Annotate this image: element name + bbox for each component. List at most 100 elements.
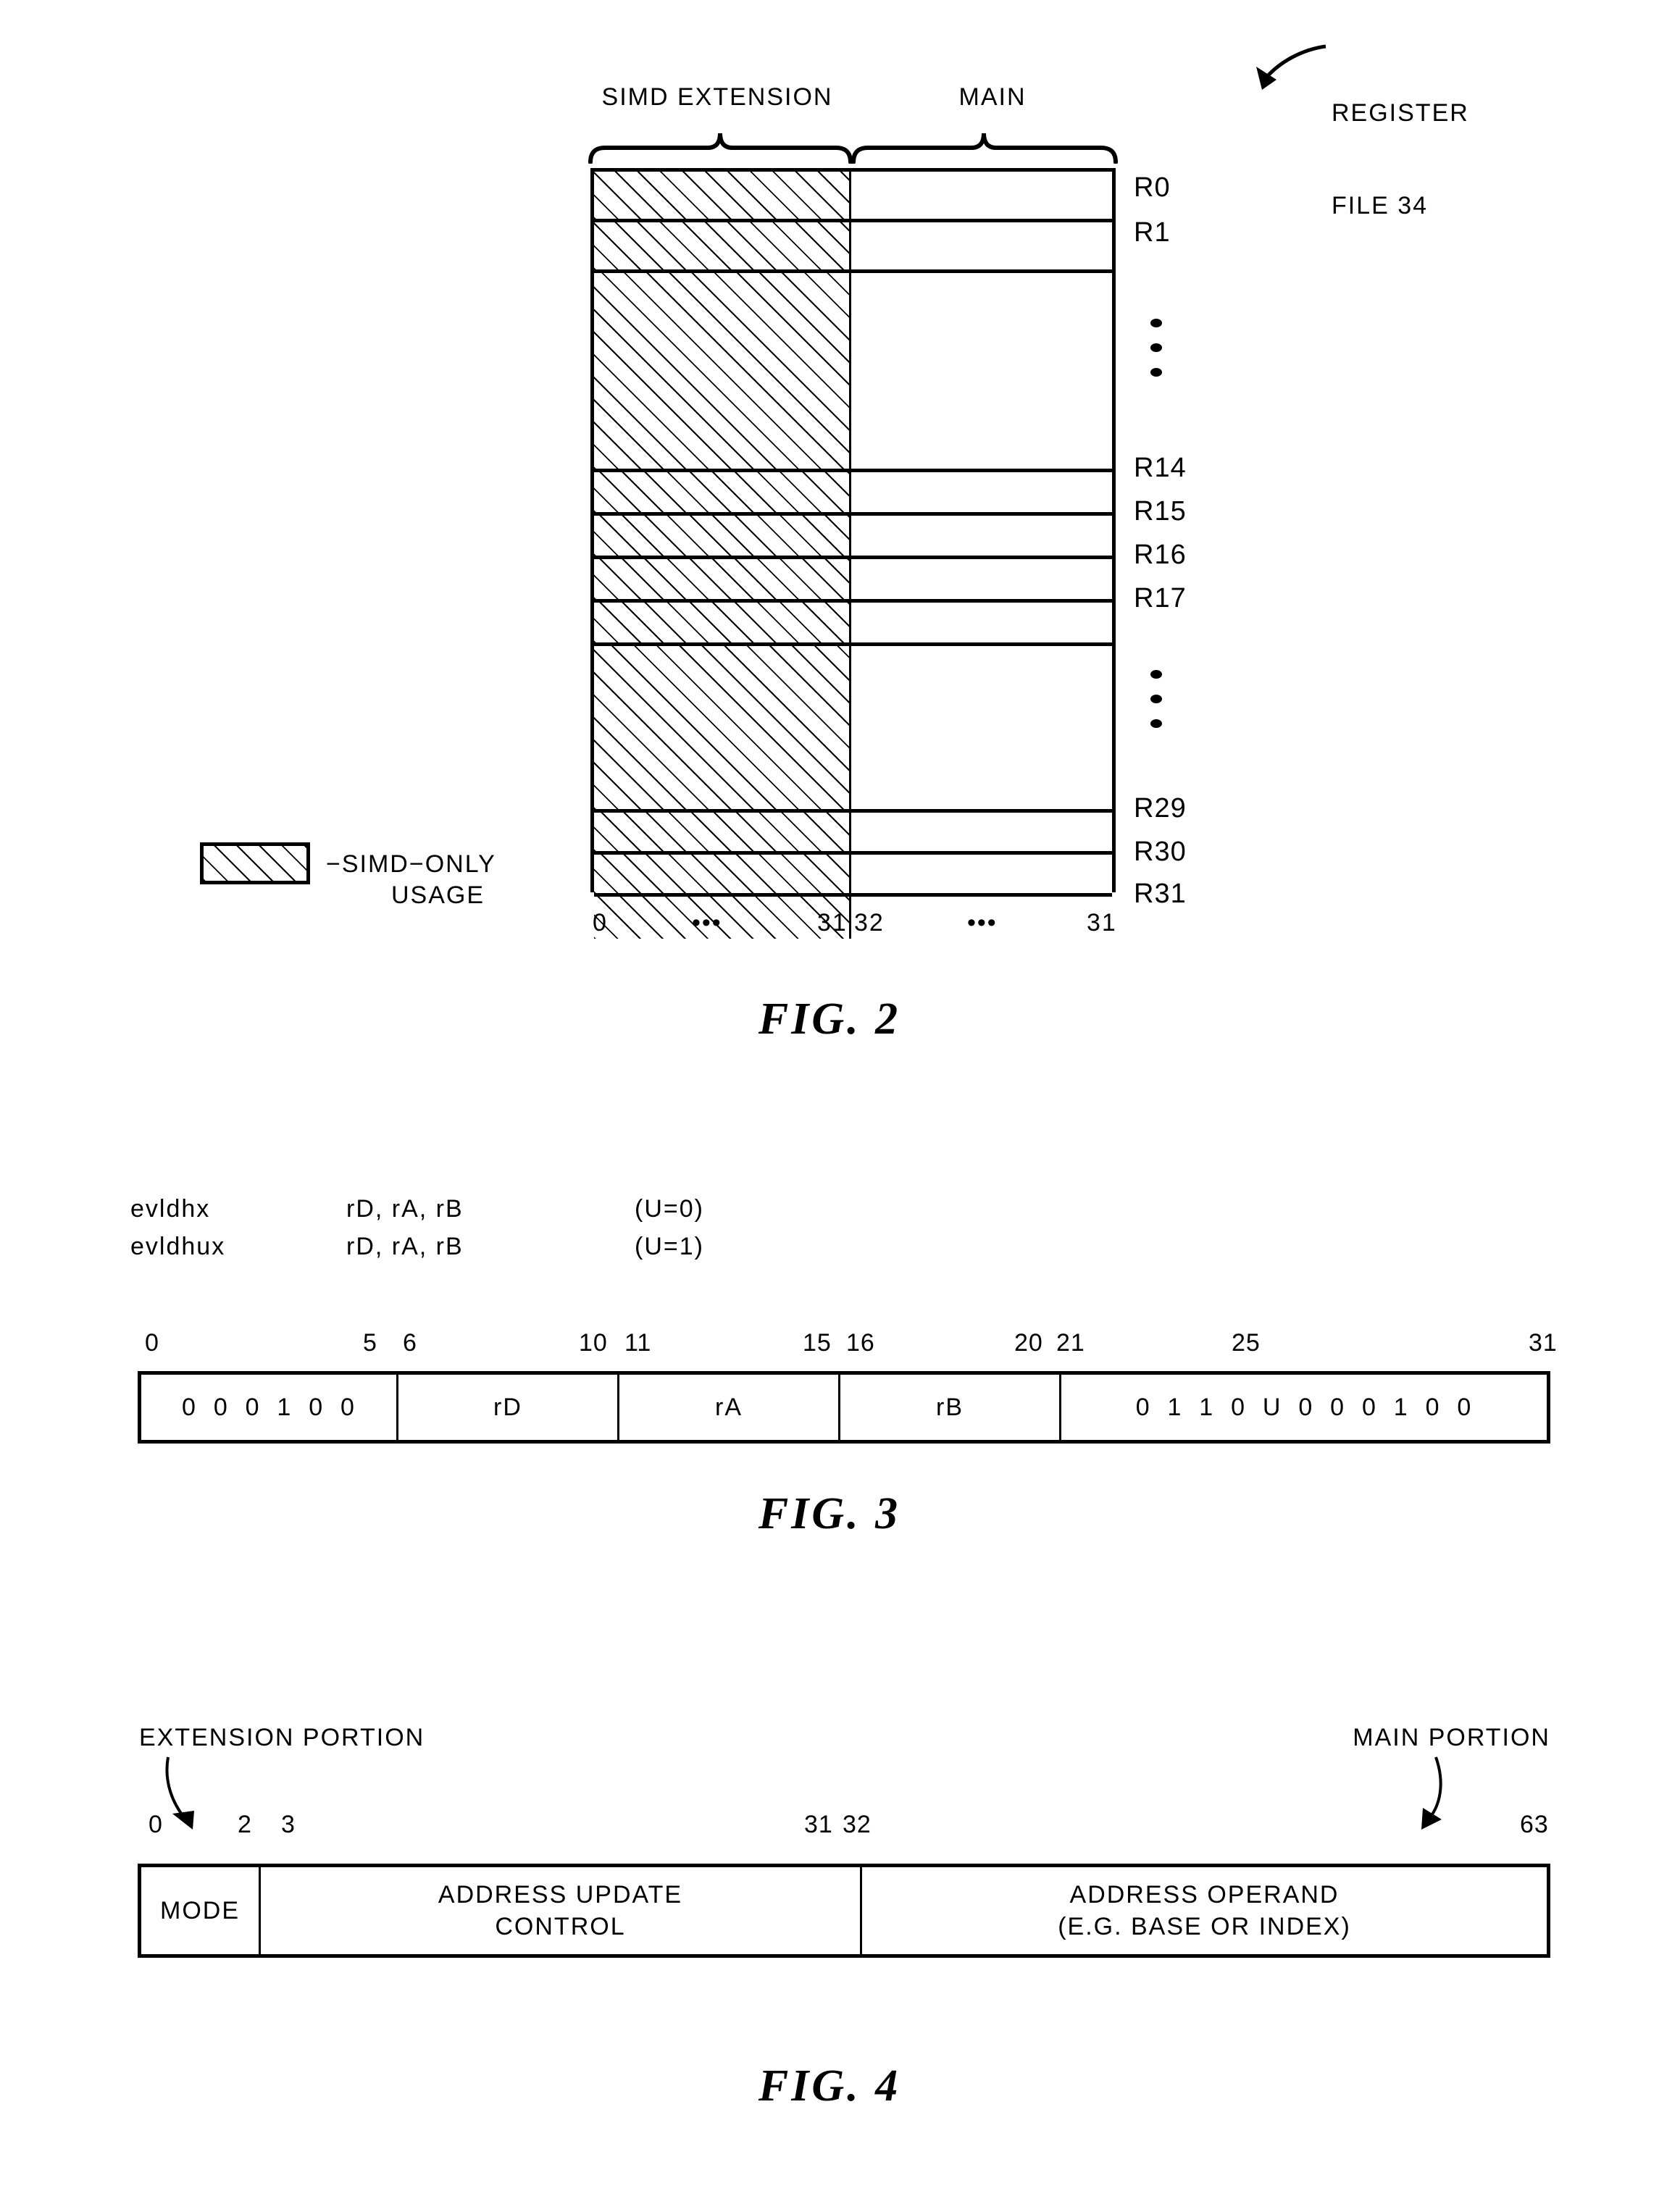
register-row-extension-cell [594,472,851,512]
fig4-mode-field-label: MODE [160,1896,240,1924]
fig2-ext-portion-header-line1: SIMD EXTENSION [601,83,833,111]
fig3-bit-number-11: 11 [624,1329,652,1357]
fig3-caption: FIG. 3 [758,1489,901,1538]
register-row-main-cell [851,813,1112,851]
fig4-extension-portion-arrow-icon [165,1756,194,1830]
fig3-bit-number-5: 5 [363,1329,377,1357]
register-row-main-cell [851,172,1112,219]
fig4-address-operand-field: ADDRESS OPERAND (E.G. BASE OR INDEX) [862,1867,1547,1954]
register-row-main-cell [851,855,1112,893]
fig4-extension-portion-label: EXTENSION PORTION [139,1724,425,1751]
register-row-main-cell [851,646,1112,809]
register-row [594,222,1112,273]
register-row-extension-cell [594,646,851,809]
register-row-gap [594,646,1112,813]
register-row-extension-cell [594,273,851,469]
register-row-extension-cell [594,813,851,851]
fig3-bit-number-25: 25 [1232,1329,1261,1357]
register-label-r15: R15 [1134,496,1187,527]
register-row-extension-cell [594,603,851,642]
register-row [594,897,1112,939]
register-vertical-ellipsis-top [1150,319,1179,393]
fig2-bit-label-main-start: 32 [854,909,885,937]
register-row-main-cell [851,472,1112,512]
register-row-main-cell [851,273,1112,469]
register-row-extension-cell [594,559,851,599]
legend-simd-only-line2: USAGE [391,881,485,909]
register-label-r1: R1 [1134,217,1171,248]
register-row [594,603,1112,646]
fig3-mnemonic-1-note: (U=0) [635,1195,704,1223]
register-label-r30: R30 [1134,837,1187,867]
fig3-rb-field: rB [840,1375,1061,1440]
fig2-caption: FIG. 2 [758,994,901,1044]
register-label-r31: R31 [1134,879,1187,909]
fig4-bit-number-0: 0 [149,1811,163,1838]
register-row-main-cell [851,516,1112,556]
fig3-bit-number-10: 10 [579,1329,608,1357]
register-row-gap [594,273,1112,472]
fig3-mnemonic-1-operands: rD, rA, rB [346,1195,464,1223]
fig2-bit-label-main-end: 31 [1087,909,1117,937]
register-label-r0: R0 [1134,172,1171,203]
fig2-bit-label-ext-end: 31 [817,909,848,937]
fig2-bit-label-ext-dots: ••• [692,909,722,937]
fig4-mode-field: MODE [141,1867,261,1954]
register-label-r17: R17 [1134,583,1187,613]
register-row-main-cell [851,603,1112,642]
fig4-bit-number-3: 3 [281,1811,296,1838]
register-row-extension-cell [594,855,851,893]
fig4-bit-number-32: 32 [843,1811,872,1838]
fig3-bit-number-15: 15 [803,1329,832,1357]
fig3-mnemonic-2-operands: rD, rA, rB [346,1233,464,1260]
register-vertical-ellipsis-bottom [1150,670,1179,744]
fig4-caption: FIG. 4 [758,2061,901,2111]
fig4-bit-number-31: 31 [804,1811,833,1838]
register-row [594,559,1112,603]
register-row-extension-cell [594,222,851,269]
fig4-address-operand-line1: ADDRESS OPERAND [1069,1880,1340,1909]
register-row-extension-cell [594,172,851,219]
fig2-register-file-callout-line2: FILE 34 [1332,191,1429,219]
fig2-register-file-callout: REGISTER FILE 34 [1332,36,1636,252]
register-row-main-cell [851,222,1112,269]
fig3-bit-number-16: 16 [846,1329,875,1357]
fig4-register-format-table: MODE ADDRESS UPDATE CONTROL ADDRESS OPER… [138,1864,1550,1958]
fig3-bit-number-21: 21 [1056,1329,1085,1357]
register-row [594,855,1112,897]
fig3-ra-field: rA [619,1375,840,1440]
register-row [594,813,1112,855]
fig4-address-operand-line2: (E.G. BASE OR INDEX) [1058,1913,1351,1940]
fig3-instruction-encoding-table: 0 0 0 1 0 0 rD rA rB 0 1 1 0 U 0 0 0 1 0… [138,1371,1550,1444]
fig3-mnemonic-2-name: evldhux [130,1233,226,1260]
fig4-address-update-control-line2: CONTROL [495,1913,626,1940]
fig3-mnemonic-2-note: (U=1) [635,1233,704,1260]
fig4-main-portion-arrow-icon [1421,1756,1442,1830]
fig3-bit-number-6: 6 [403,1329,417,1357]
fig2-ext-portion-brace [588,129,853,164]
fig4-bit-number-2: 2 [238,1811,252,1838]
fig3-opcode-field: 0 0 0 1 0 0 [141,1375,398,1440]
fig4-address-update-control-line1: ADDRESS UPDATE [438,1880,683,1909]
fig3-bit-number-20: 20 [1014,1329,1043,1357]
register-row-main-cell [851,559,1112,599]
fig4-bit-number-63: 63 [1520,1811,1549,1838]
register-label-r29: R29 [1134,793,1187,824]
register-file-table [590,168,1116,939]
fig3-mnemonic-1-name: evldhx [130,1195,211,1223]
register-row [594,172,1112,222]
simd-only-usage-swatch-icon [200,842,310,884]
fig3-subopcode-field: 0 1 1 0 U 0 0 0 1 0 0 [1135,1393,1473,1421]
fig4-main-portion-label: MAIN PORTION [1353,1724,1550,1751]
fig2-register-file-callout-line1: REGISTER [1332,99,1469,127]
fig2-bit-label-ext-start: 0 [593,909,608,937]
fig2-register-file-arrow-icon [1256,44,1326,90]
register-row [594,472,1112,516]
register-label-r16: R16 [1134,540,1187,570]
legend-simd-only-line1: −SIMD−ONLY [326,850,496,878]
register-row [594,516,1112,559]
fig3-bit-number-0: 0 [145,1329,159,1357]
fig2-main-portion-header-line1: MAIN [958,83,1027,111]
register-row-extension-cell [594,897,851,939]
fig3-rd-field: rD [398,1375,619,1440]
